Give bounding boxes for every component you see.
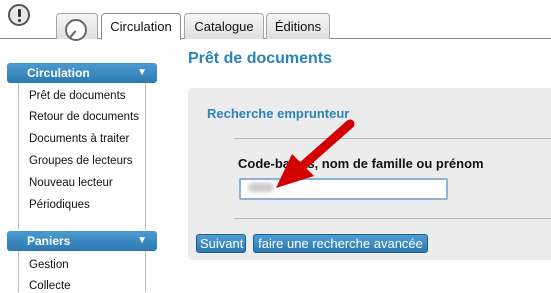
advanced-search-button[interactable]: faire une recherche avancée bbox=[253, 234, 428, 253]
tab-editions[interactable]: Éditions bbox=[266, 13, 330, 39]
sidebar-header-label: Paniers bbox=[27, 234, 71, 248]
sidebar-item-a-traiter[interactable]: Documents à traiter bbox=[19, 124, 145, 146]
page-title: Prêt de documents bbox=[188, 50, 333, 67]
sidebar-item-nouveau-lecteur[interactable]: Nouveau lecteur bbox=[19, 168, 145, 190]
sidebar-list-paniers: Gestion Collecte bbox=[18, 251, 146, 292]
alert-icon[interactable] bbox=[8, 4, 30, 26]
clock-icon bbox=[65, 19, 87, 41]
tab-circulation[interactable]: Circulation bbox=[101, 13, 181, 40]
sidebar-list-circulation: Prêt de documents Retour de documents Do… bbox=[18, 83, 146, 230]
sidebar-header-circulation[interactable]: Circulation ▼ bbox=[7, 63, 157, 83]
annotation-arrow-icon bbox=[276, 119, 355, 188]
tab-home[interactable] bbox=[56, 13, 98, 41]
sidebar-item-periodiques[interactable]: Périodiques bbox=[19, 190, 145, 212]
sidebar-item-gestion[interactable]: Gestion bbox=[19, 251, 145, 272]
sidebar-header-paniers[interactable]: Paniers ▼ bbox=[7, 231, 157, 251]
divider bbox=[234, 218, 551, 219]
submit-button[interactable]: Suivant bbox=[196, 234, 246, 253]
sidebar-header-label: Circulation bbox=[27, 66, 90, 80]
chevron-down-icon: ▼ bbox=[137, 235, 147, 246]
sidebar-item-groupes[interactable]: Groupes de lecteurs bbox=[19, 146, 145, 168]
sidebar-item-collecte[interactable]: Collecte bbox=[19, 272, 145, 293]
sidebar: Circulation ▼ Prêt de documents Retour d… bbox=[0, 52, 157, 292]
tab-catalogue[interactable]: Catalogue bbox=[184, 13, 264, 39]
sidebar-item-pret[interactable]: Prêt de documents bbox=[19, 83, 145, 103]
sidebar-item-retour[interactable]: Retour de documents bbox=[19, 103, 145, 124]
chevron-down-icon: ▼ bbox=[137, 67, 147, 78]
